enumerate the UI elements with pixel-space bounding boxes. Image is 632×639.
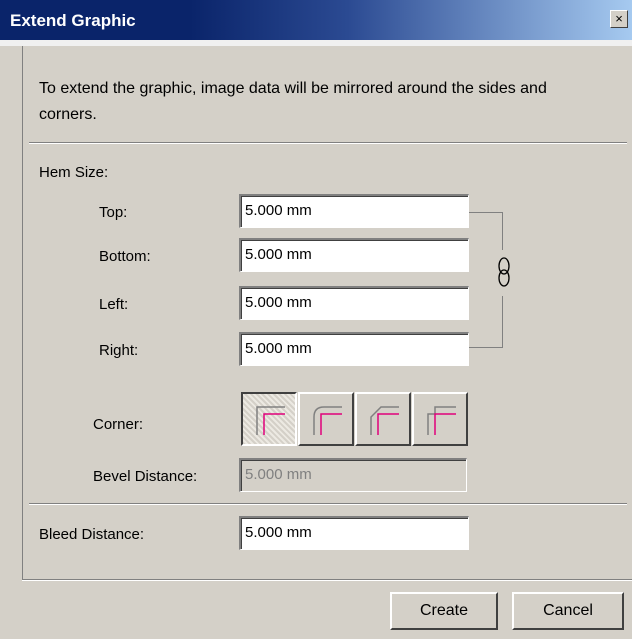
extend-graphic-dialog: Extend Graphic × To extend the graphic, … <box>0 0 632 639</box>
create-button[interactable]: Create <box>390 592 498 630</box>
divider <box>29 142 627 144</box>
top-label: Top: <box>99 204 128 221</box>
link-bracket-top <box>469 212 503 250</box>
close-button[interactable]: × <box>610 10 628 28</box>
corner-option-group <box>241 392 469 446</box>
bottom-label: Bottom: <box>99 248 151 265</box>
corner-label: Corner: <box>93 416 144 433</box>
bottom-field[interactable]: 5.000 mm <box>239 238 469 272</box>
bevel-distance-label: Bevel Distance: <box>93 468 198 485</box>
bleed-distance-label: Bleed Distance: <box>39 526 145 543</box>
right-field[interactable]: 5.000 mm <box>239 332 469 366</box>
square-corner-icon[interactable] <box>241 392 297 446</box>
cross-corner-icon[interactable] <box>412 392 468 446</box>
chain-link-icon[interactable] <box>495 250 513 294</box>
hem-size-label: Hem Size: <box>39 164 109 181</box>
left-label: Left: <box>99 296 129 313</box>
description-text: To extend the graphic, image data will b… <box>39 80 547 123</box>
link-bracket-bottom <box>469 296 503 348</box>
bevel-corner-icon[interactable] <box>355 392 411 446</box>
bleed-distance-field[interactable]: 5.000 mm <box>239 516 469 550</box>
cancel-button[interactable]: Cancel <box>512 592 624 630</box>
left-field[interactable]: 5.000 mm <box>239 286 469 320</box>
dialog-content: To extend the graphic, image data will b… <box>22 46 632 579</box>
bevel-distance-field: 5.000 mm <box>239 458 467 492</box>
title-bar: Extend Graphic × <box>0 0 632 40</box>
right-label: Right: <box>99 342 139 359</box>
footer-divider <box>22 579 632 581</box>
round-corner-icon[interactable] <box>298 392 354 446</box>
top-field[interactable]: 5.000 mm <box>239 194 469 228</box>
divider <box>29 503 627 505</box>
dialog-title: Extend Graphic <box>10 11 136 30</box>
